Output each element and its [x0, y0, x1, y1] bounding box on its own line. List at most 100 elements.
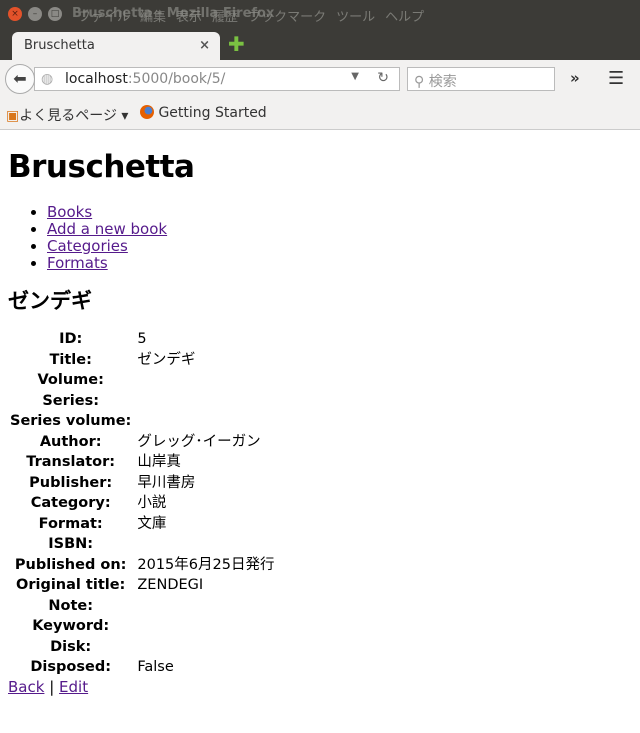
field-label: Title:: [49, 351, 92, 368]
detail-row: Published on: 2015年6月25日発行: [10, 555, 275, 576]
field-label: Disposed:: [30, 659, 111, 675]
field-label: Translator:: [26, 454, 116, 470]
field-label: Volume:: [37, 372, 104, 388]
field-value: False: [137, 659, 174, 675]
field-value: [137, 411, 274, 432]
search-input[interactable]: ⚲ 検索: [407, 67, 555, 91]
url-host: localhost: [65, 71, 128, 87]
link-add-book[interactable]: Add a new book: [47, 220, 167, 238]
field-value: ゼンデギ: [137, 351, 196, 368]
close-tab-icon[interactable]: ×: [199, 38, 210, 53]
menu-file[interactable]: ファイル: [78, 10, 130, 25]
bookmark-most-visited[interactable]: ▣よく見るページ ▾: [6, 105, 128, 125]
detail-row: Volume:: [10, 370, 274, 391]
field-label: Published on:: [14, 556, 127, 573]
book-details: ID: 5 Title: ゼンデギ Volume: Series: Series volum…: [8, 329, 276, 678]
bookmark-label: よく見るページ ▾: [19, 108, 129, 124]
url-path: :5000/book/5/: [127, 71, 226, 87]
close-window-button[interactable]: ×: [8, 7, 22, 21]
new-tab-button[interactable]: ✚: [228, 32, 245, 56]
bookmark-label: Getting Started: [158, 105, 267, 121]
page-title: Bruschetta: [8, 149, 195, 185]
tab-title: Bruschetta: [24, 38, 95, 53]
field-label: ID:: [59, 331, 83, 347]
edit-link[interactable]: Edit: [59, 678, 88, 696]
menu-history[interactable]: 履歴: [212, 10, 238, 25]
link-formats[interactable]: Formats: [47, 254, 108, 272]
page-content: Bruschetta Books Add a new book Categori…: [8, 130, 640, 696]
field-label: Format:: [38, 515, 103, 532]
field-label: Original title:: [16, 577, 126, 593]
url-bar[interactable]: ◍ localhost:5000/book/5/ ▼ ↻: [34, 67, 400, 91]
title-bar: × – □ Bruschetta - Mozilla Firefox ファイル編…: [0, 0, 640, 30]
field-label: Series:: [42, 392, 100, 409]
url-dropdown-icon[interactable]: ▼: [351, 71, 359, 82]
link-books[interactable]: Books: [47, 203, 92, 221]
field-value: ZENDEGI: [137, 577, 204, 593]
menu-bar: ファイル 編集 表示 履歴 ブックマーク ツール ヘルプ: [78, 6, 434, 25]
field-value: [137, 637, 274, 658]
menu-help[interactable]: ヘルプ: [385, 10, 424, 25]
menu-edit[interactable]: 編集: [140, 10, 166, 25]
hamburger-menu-icon[interactable]: ☰: [608, 68, 624, 89]
field-value: [137, 616, 274, 637]
menu-tools[interactable]: ツール: [336, 10, 375, 25]
navigation-toolbar: ◍ localhost:5000/book/5/ ▼ ↻ ⬅ ⚲ 検索 » ☰: [0, 60, 640, 98]
field-value: 5: [137, 331, 147, 347]
menu-view[interactable]: 表示: [176, 10, 202, 25]
bookmark-getting-started[interactable]: Getting Started: [140, 105, 267, 121]
back-button[interactable]: ⬅: [5, 64, 35, 94]
firefox-icon: [140, 105, 154, 119]
field-value: [137, 596, 274, 617]
maximize-window-button[interactable]: □: [48, 7, 62, 21]
separator: |: [49, 677, 55, 696]
field-label: Category:: [30, 495, 111, 511]
detail-row: Publisher: 早川書房: [10, 473, 274, 494]
detail-row: Title: ゼンデギ: [10, 350, 274, 371]
reload-icon[interactable]: ↻: [377, 70, 389, 86]
detail-row: ID: 5: [10, 329, 274, 350]
field-value: 小説: [137, 495, 167, 511]
detail-row: Translator: 山岸真: [10, 452, 274, 473]
book-title: ゼンデギ: [8, 289, 92, 313]
field-label: Series volume:: [10, 413, 132, 429]
folder-icon: ▣: [6, 108, 20, 124]
detail-row: ISBN:: [10, 534, 274, 555]
nav-links: Books Add a new book Categories Formats: [47, 204, 640, 272]
detail-row: Disposed: False: [10, 657, 274, 678]
field-label: Note:: [48, 597, 94, 614]
field-label: Keyword:: [32, 618, 110, 634]
field-value: 2015年6月25日発行: [137, 556, 275, 573]
field-value: 文庫: [137, 515, 167, 532]
field-value: グレッグ･イーガン: [137, 433, 261, 450]
tab-strip: Bruschetta ×: [0, 30, 640, 62]
bookmarks-toolbar: ▣よく見るページ ▾ Getting Started: [0, 98, 640, 130]
field-label: ISBN:: [48, 536, 94, 552]
menu-bookmarks[interactable]: ブックマーク: [248, 10, 326, 25]
link-categories[interactable]: Categories: [47, 237, 128, 255]
search-icon: ⚲: [414, 74, 425, 90]
field-label: Disk:: [50, 638, 92, 655]
detail-row: Series:: [10, 391, 274, 412]
field-value: 早川書房: [137, 474, 196, 491]
minimize-window-button[interactable]: –: [28, 7, 42, 21]
field-label: Publisher:: [29, 474, 113, 491]
detail-row: Format: 文庫: [10, 514, 274, 535]
field-value: [137, 534, 274, 555]
field-value: [137, 391, 274, 412]
tab-bruschetta[interactable]: Bruschetta ×: [12, 32, 220, 62]
field-label: Author:: [39, 433, 102, 450]
detail-row: Category: 小説: [10, 493, 274, 514]
detail-row: Keyword:: [10, 616, 274, 637]
detail-row: Author: グレッグ･イーガン: [10, 432, 274, 453]
detail-row: Original title: ZENDEGI: [10, 575, 274, 596]
back-link[interactable]: Back: [8, 678, 44, 696]
detail-row: Series volume:: [10, 411, 274, 432]
globe-icon: ◍: [41, 71, 54, 87]
search-placeholder: 検索: [428, 74, 457, 90]
field-value: [137, 370, 274, 391]
field-value: 山岸真: [137, 454, 181, 470]
overflow-button[interactable]: »: [570, 69, 580, 87]
detail-row: Disk:: [10, 637, 274, 658]
detail-row: Note:: [10, 596, 274, 617]
